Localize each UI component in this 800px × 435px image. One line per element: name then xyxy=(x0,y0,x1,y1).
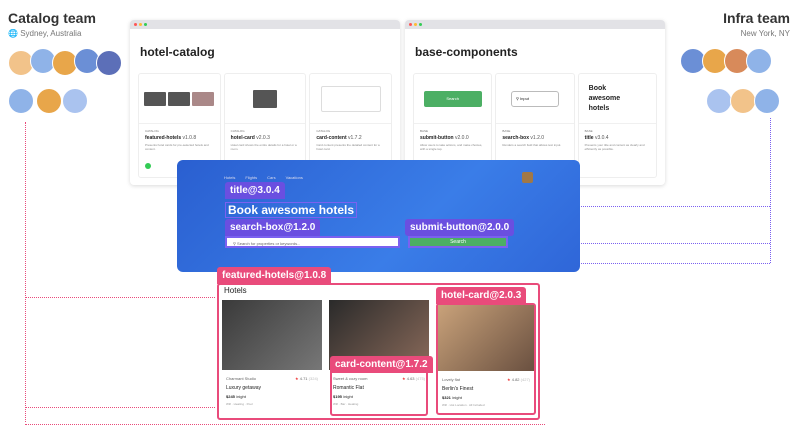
card-content-outline xyxy=(330,370,428,416)
status-dot-icon xyxy=(145,163,151,169)
window-title: base-components xyxy=(415,45,518,59)
title-preview: Book awesome hotels xyxy=(588,84,621,112)
avatar xyxy=(746,48,772,74)
card-category: BASE xyxy=(502,129,511,133)
card-category: CATALOG xyxy=(316,129,331,133)
hotel-card[interactable]: Lovely flat ★ 4.82 (427) Berlin's Finest … xyxy=(436,303,536,415)
avatar xyxy=(706,88,732,114)
card-name: card-content xyxy=(316,135,347,141)
connector-line xyxy=(770,118,771,263)
card-desc: Allow users to take actions, and make ch… xyxy=(420,143,483,151)
search-button[interactable]: Search xyxy=(408,236,508,248)
card-desc: Renders a search field that allows text … xyxy=(502,143,562,147)
connector-line xyxy=(25,122,26,422)
user-avatar[interactable] xyxy=(522,172,533,183)
card-version: v1.0.8 xyxy=(182,135,197,141)
search-input[interactable]: ⚲ Search for properties or keywords... xyxy=(225,236,400,248)
nav-vacations[interactable]: Vacations xyxy=(286,175,303,180)
card-desc: Hotel card shows the entire details for … xyxy=(230,143,297,151)
hotel-image xyxy=(222,300,322,370)
connector-line xyxy=(25,407,217,408)
hotel-name: Berlin's Finest xyxy=(442,386,474,392)
tag-submit-button: submit-button@2.0.0 xyxy=(405,219,515,236)
card-version: v2.0.0 xyxy=(455,135,469,141)
connector-line xyxy=(25,297,217,298)
connector-line xyxy=(25,424,545,425)
card-version: v1.2.0 xyxy=(530,135,545,141)
hotel-card[interactable]: Charmant Studio ★ 4.71 (324) Luxury getaw… xyxy=(222,300,322,415)
tag-search-box: search-box@1.2.0 xyxy=(225,219,321,236)
avatar xyxy=(96,50,122,76)
window-title: hotel-catalog xyxy=(140,45,215,59)
hero-title: Book awesome hotels xyxy=(225,202,358,218)
avatar xyxy=(730,88,756,114)
search-button-preview: Search xyxy=(423,90,482,107)
tag-featured-hotels: featured-hotels@1.0.8 xyxy=(217,267,332,284)
hotel-name: Luxury getaway xyxy=(226,385,262,391)
team-location: New York, NY xyxy=(740,29,790,38)
card-desc: Presents hotel cards for pre-selected ho… xyxy=(145,143,209,151)
nav-hotels[interactable]: Hotels xyxy=(224,175,235,180)
card-category: CATALOG xyxy=(230,129,245,133)
input-preview: ⚲ Input xyxy=(510,90,559,107)
card-name: title xyxy=(584,135,594,141)
card-category: CATALOG xyxy=(145,129,159,133)
nav-flights[interactable]: Flights xyxy=(245,175,257,180)
card-category: BASE xyxy=(584,129,593,133)
card-desc: Presents your title and content as clear… xyxy=(584,143,645,151)
hotel-image xyxy=(438,305,534,371)
infra-team-header: Infra team New York, NY xyxy=(723,10,790,38)
hotels-heading: Hotels xyxy=(224,286,247,295)
tag-card-content: card-content@1.7.2 xyxy=(330,356,433,373)
card-name: search-box xyxy=(502,135,530,141)
card-name: submit-button xyxy=(420,135,454,141)
team-name: Catalog team xyxy=(8,10,96,26)
card-name: featured-hotels xyxy=(145,135,182,141)
card-version: v2.0.3 xyxy=(256,135,270,141)
avatar xyxy=(754,88,780,114)
top-nav: Hotels Flights Cars Vacations xyxy=(224,175,303,180)
catalog-team-header: Catalog team 🌐 Sydney, Australia xyxy=(8,10,96,38)
team-location: 🌐 Sydney, Australia xyxy=(8,29,82,38)
hotel-amenities: Wifi · Heating · Pool xyxy=(226,402,253,406)
card-desc: Card content presents the detailed conte… xyxy=(316,143,380,151)
card-name: hotel-card xyxy=(230,135,255,141)
tag-title: title@3.0.4 xyxy=(225,182,285,199)
hotel-amenities: Wifi · Hot Location · All Included xyxy=(442,403,485,407)
avatar xyxy=(8,88,34,114)
card-category: BASE xyxy=(420,129,429,133)
tag-hotel-card: hotel-card@2.0.3 xyxy=(436,287,527,304)
avatar xyxy=(36,88,62,114)
avatar xyxy=(62,88,88,114)
hero-banner: Hotels Flights Cars Vacations title@3.0.… xyxy=(177,160,580,272)
card-version: v1.7.2 xyxy=(348,135,362,141)
team-name: Infra team xyxy=(723,10,790,26)
component-card-title[interactable]: Book awesome hotels BASE title v3.0.4 Pr… xyxy=(577,73,657,178)
nav-cars[interactable]: Cars xyxy=(267,175,275,180)
card-version: v3.0.4 xyxy=(594,135,609,141)
